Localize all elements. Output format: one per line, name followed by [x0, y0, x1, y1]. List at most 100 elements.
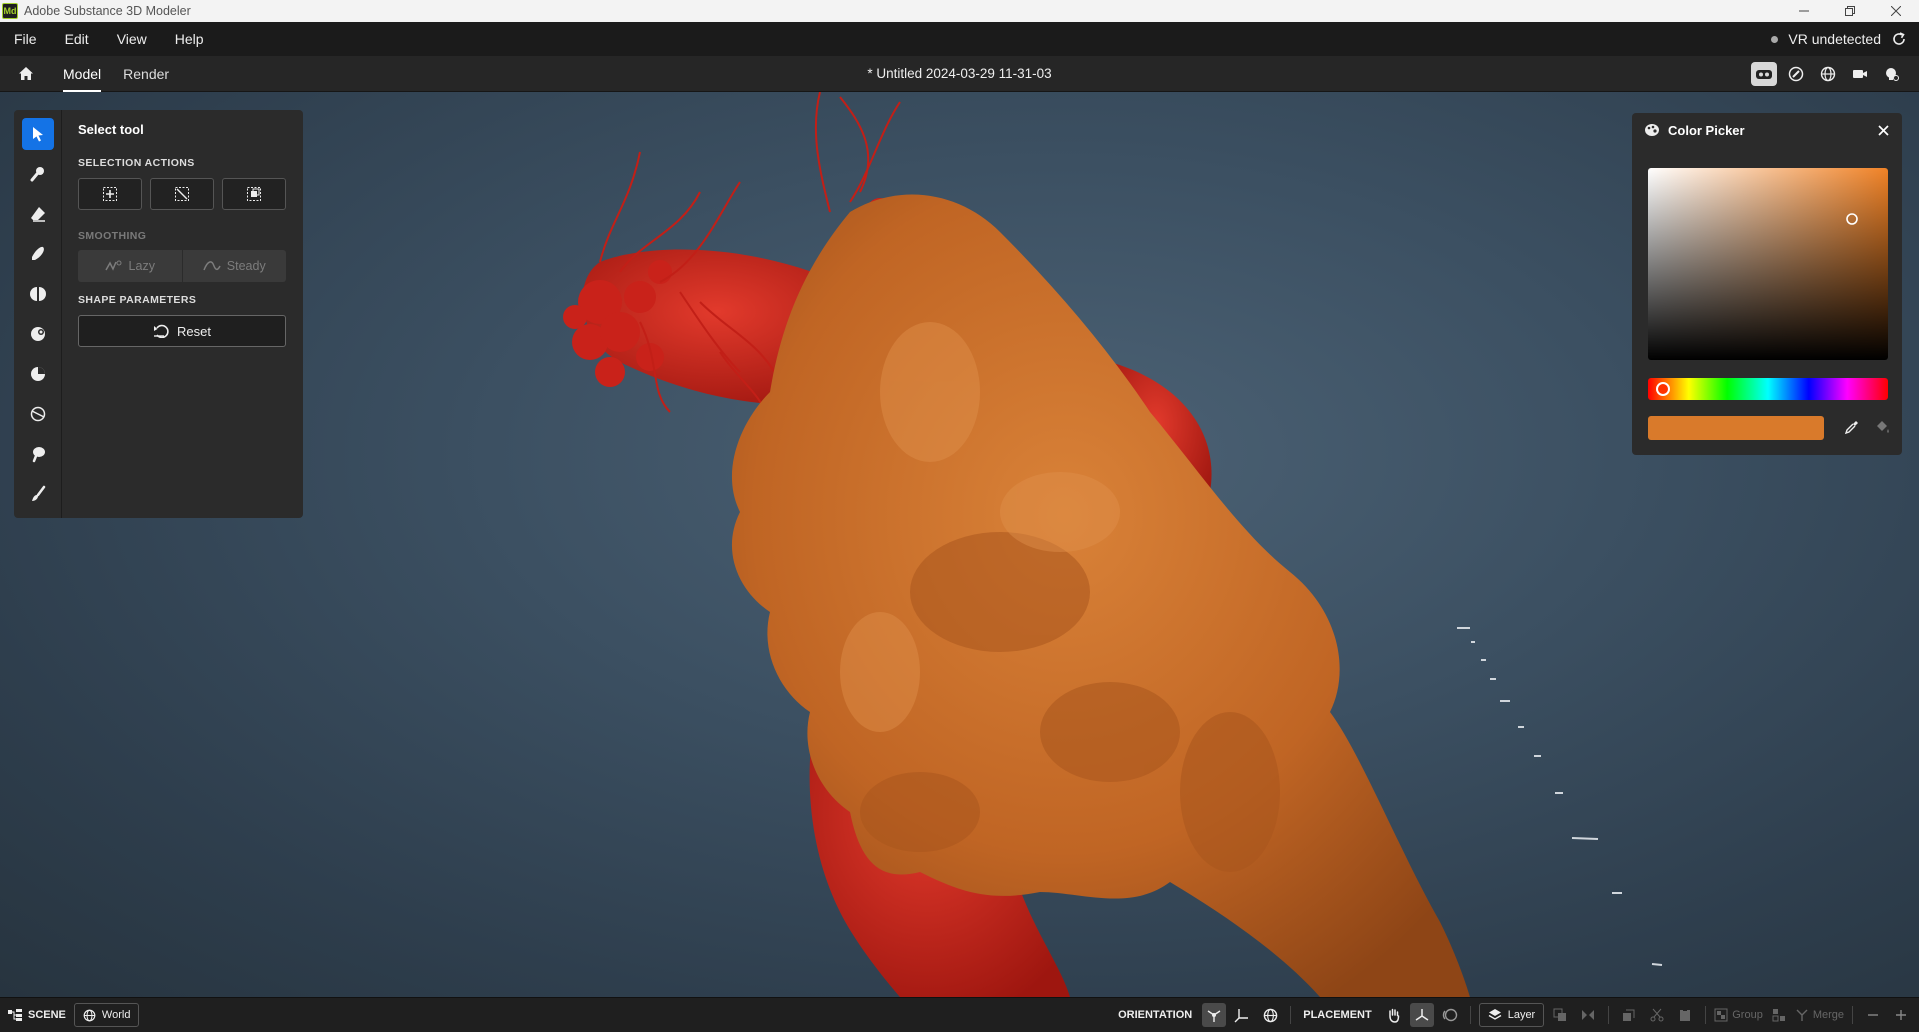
duplicate-icon — [1553, 1008, 1567, 1021]
placement-surface-button[interactable] — [1438, 1003, 1462, 1027]
align-icon — [1623, 1009, 1635, 1021]
globe-icon — [83, 1009, 96, 1021]
video-camera-icon — [1853, 70, 1867, 78]
color-picker-close-button[interactable] — [1874, 121, 1892, 139]
deselect-icon — [175, 187, 189, 201]
selection-actions-label: SELECTION ACTIONS — [78, 157, 195, 169]
tab-model[interactable]: Model — [52, 56, 112, 92]
merge-icon — [1796, 1009, 1808, 1021]
fill-bucket-icon — [1877, 421, 1889, 433]
gizmo-axes-icon — [1415, 1009, 1429, 1021]
close-icon — [1877, 124, 1889, 136]
scene-button[interactable]: SCENE — [0, 1009, 66, 1021]
duplicate-button[interactable] — [1548, 1003, 1572, 1027]
cut-button[interactable] — [1645, 1003, 1669, 1027]
color-picker-panel: Color Picker — [1632, 113, 1902, 455]
placement-hand-button[interactable] — [1382, 1003, 1406, 1027]
placement-axes-button[interactable] — [1409, 1003, 1434, 1027]
saturation-value-field[interactable] — [1648, 168, 1888, 360]
material-button[interactable] — [1783, 62, 1809, 86]
inflate-tool-button[interactable] — [22, 318, 54, 350]
refresh-icon[interactable] — [1891, 31, 1907, 47]
fill-bucket-button[interactable] — [1874, 419, 1890, 438]
smooth-brush-icon — [31, 246, 44, 260]
mirror-button[interactable] — [1576, 1003, 1600, 1027]
tool-title: Select tool — [78, 122, 144, 137]
select-all-button[interactable] — [78, 178, 142, 210]
smoothing-steady-button[interactable]: Steady — [181, 250, 287, 282]
menu-help[interactable]: Help — [161, 22, 218, 56]
select-all-icon — [103, 187, 117, 201]
select-tool-button[interactable] — [21, 118, 54, 150]
hue-slider[interactable] — [1648, 378, 1888, 400]
clay-tool-button[interactable] — [22, 158, 54, 190]
home-button[interactable] — [0, 56, 52, 92]
menu-file[interactable]: File — [0, 22, 51, 56]
document-title: * Untitled 2024-03-29 11-31-03 — [867, 66, 1052, 81]
world-label: World — [101, 1009, 131, 1021]
hand-icon — [1388, 1008, 1399, 1023]
orientation-world-button[interactable] — [1258, 1003, 1282, 1027]
deselect-button[interactable] — [150, 178, 214, 210]
lighting-button[interactable] — [1879, 62, 1905, 86]
cursor-arrow-icon — [32, 127, 43, 142]
invert-selection-button[interactable] — [222, 178, 286, 210]
close-window-button[interactable] — [1873, 0, 1919, 22]
paint-tool-button[interactable] — [22, 478, 54, 510]
eyedropper-icon — [1844, 421, 1858, 435]
ungroup-button[interactable] — [1767, 1003, 1791, 1027]
palette-icon — [1645, 124, 1659, 136]
erase-tool-button[interactable] — [22, 198, 54, 230]
current-color-swatch[interactable] — [1648, 416, 1824, 440]
hue-slider-handle[interactable] — [1656, 382, 1670, 396]
globe-icon — [1263, 1008, 1278, 1022]
merge-button[interactable]: Merge — [1795, 1008, 1844, 1022]
cut-sphere-icon — [30, 406, 45, 422]
inflate-icon — [30, 327, 45, 341]
orientation-label: ORIENTATION — [1118, 1009, 1193, 1021]
layer-button[interactable]: Layer — [1478, 1003, 1545, 1027]
saturation-value-handle[interactable] — [1845, 212, 1859, 226]
scene-tree-icon — [8, 1009, 22, 1021]
smoothing-label: SMOOTHING — [78, 230, 147, 242]
group-button[interactable]: Group — [1714, 1008, 1763, 1022]
paste-button[interactable] — [1673, 1003, 1697, 1027]
zoom-out-button[interactable] — [1861, 1003, 1885, 1027]
zoom-in-button[interactable] — [1889, 1003, 1913, 1027]
smooth-tool-button[interactable] — [22, 238, 54, 270]
paint-brush-icon — [31, 485, 45, 501]
world-button[interactable]: World — [73, 1003, 140, 1027]
eyedropper-button[interactable] — [1844, 419, 1860, 438]
cut-tool-button[interactable] — [22, 398, 54, 430]
home-icon — [19, 67, 33, 80]
local-axes-icon — [1207, 1010, 1221, 1022]
align-button[interactable] — [1617, 1003, 1641, 1027]
minimize-button[interactable] — [1781, 0, 1827, 22]
menu-edit[interactable]: Edit — [51, 22, 103, 56]
orientation-local-button[interactable] — [1202, 1003, 1227, 1027]
invert-selection-icon — [247, 187, 261, 201]
environment-button[interactable] — [1815, 62, 1841, 86]
tab-render[interactable]: Render — [112, 56, 180, 92]
color-picker-header: Color Picker — [1632, 113, 1902, 147]
camera-button[interactable] — [1847, 62, 1873, 86]
color-picker-title: Color Picker — [1668, 122, 1745, 138]
menu-view[interactable]: View — [103, 22, 161, 56]
orientation-axes-button[interactable] — [1230, 1003, 1254, 1027]
steady-curve-icon — [203, 261, 221, 271]
plus-icon — [1896, 1010, 1906, 1020]
stamp-icon — [32, 447, 45, 463]
smoothing-toggle: Lazy Steady — [78, 250, 286, 282]
flatten-tool-button[interactable] — [22, 358, 54, 390]
mirror-icon — [1582, 1010, 1595, 1020]
smoothing-lazy-button[interactable]: Lazy — [78, 250, 182, 282]
layer-label: Layer — [1507, 1009, 1536, 1021]
vr-mode-button[interactable] — [1751, 62, 1777, 86]
separator — [1705, 1006, 1707, 1024]
reset-button[interactable]: Reset — [78, 315, 286, 347]
move-tool-button[interactable] — [22, 278, 54, 310]
window-title: Adobe Substance 3D Modeler — [24, 4, 191, 18]
restore-button[interactable] — [1827, 0, 1873, 22]
minus-icon — [1868, 1014, 1878, 1016]
stamp-tool-button[interactable] — [22, 438, 54, 470]
